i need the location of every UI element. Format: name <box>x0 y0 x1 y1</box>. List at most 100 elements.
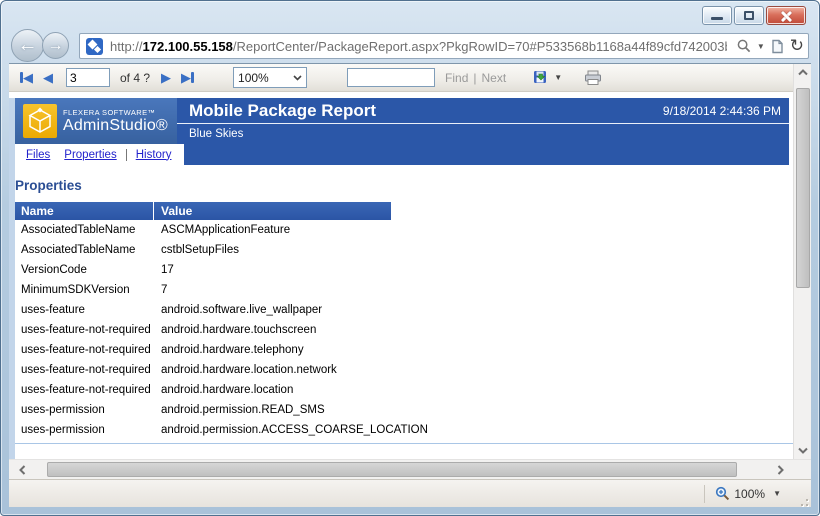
combo-chevron-icon <box>293 75 302 81</box>
minimize-icon <box>711 17 723 20</box>
url-text: http://172.100.55.158/ReportCenter/Packa… <box>110 39 727 54</box>
navigation-bar: ← → http://172.100.55.158/ReportCenter/P… <box>9 29 811 63</box>
print-button[interactable] <box>584 70 602 86</box>
status-bar: 100% ▼ <box>9 479 811 507</box>
horizontal-scrollbar-thumb[interactable] <box>47 462 737 477</box>
table-row: AssociatedTableNameASCMApplicationFeatur… <box>15 220 793 240</box>
column-header-name: Name <box>15 204 153 218</box>
browser-zoom-control[interactable]: 100% ▼ <box>715 486 781 501</box>
next-page-button[interactable]: ▶ <box>161 71 171 84</box>
table-row: uses-feature-not-requiredandroid.hardwar… <box>15 380 793 400</box>
back-icon: ← <box>18 34 38 57</box>
close-button[interactable] <box>766 6 806 25</box>
scroll-down-button[interactable] <box>794 442 812 459</box>
forward-button[interactable]: → <box>42 32 69 59</box>
zoom-magnifier-icon <box>715 486 730 501</box>
export-dropdown-icon: ▼ <box>554 73 562 82</box>
table-row: VersionCode17 <box>15 260 793 280</box>
first-page-icon: ◀ <box>23 71 33 84</box>
properties-table: Name Value AssociatedTableNameASCMApplic… <box>15 202 793 440</box>
table-row: MinimumSDKVersion7 <box>15 280 793 300</box>
back-button[interactable]: ← <box>11 29 44 62</box>
previous-page-button[interactable]: ◀ <box>43 71 53 84</box>
section-title: Properties <box>15 178 793 193</box>
status-separator <box>704 485 705 503</box>
brand-flexera-label: FLEXERA SOFTWARE™ <box>63 108 168 117</box>
next-link[interactable]: Next <box>482 71 507 85</box>
adminstudio-cube-icon <box>23 104 57 138</box>
tabs-filler <box>184 144 789 165</box>
last-page-icon: ▶ <box>181 71 191 84</box>
horizontal-scrollbar-track[interactable] <box>35 460 767 480</box>
report-tabs: Files Properties History <box>15 144 789 165</box>
find-input[interactable] <box>347 68 435 87</box>
forward-icon: → <box>48 37 64 55</box>
chevron-up-icon <box>798 69 808 76</box>
table-row: uses-feature-not-requiredandroid.hardwar… <box>15 340 793 360</box>
report-page: FLEXERA SOFTWARE™ AdminStudio® Mobile Pa… <box>9 98 793 459</box>
last-page-button[interactable]: ▶ <box>181 71 194 84</box>
scroll-up-button[interactable] <box>794 64 812 81</box>
page-number-input[interactable] <box>66 68 110 87</box>
brand-adminstudio-label: AdminStudio® <box>63 117 168 135</box>
browser-window: ← → http://172.100.55.158/ReportCenter/P… <box>0 0 820 516</box>
adminstudio-logo: FLEXERA SOFTWARE™ AdminStudio® <box>15 98 177 144</box>
brand-text: FLEXERA SOFTWARE™ AdminStudio® <box>63 108 168 135</box>
report-toolbar: ◀ ◀ of 4 ? ▶ ▶ 100% Find | Next <box>9 64 793 92</box>
maximize-icon <box>744 11 754 20</box>
zoom-select-value: 100% <box>238 71 269 85</box>
report-title: Mobile Package Report <box>189 101 663 121</box>
table-row: uses-feature-not-requiredandroid.hardwar… <box>15 360 793 380</box>
close-icon <box>780 10 792 22</box>
first-page-button[interactable]: ◀ <box>20 71 33 84</box>
page-count-label: of 4 ? <box>120 71 150 85</box>
tab-properties[interactable]: Properties <box>64 149 116 161</box>
vertical-scrollbar-thumb[interactable] <box>796 88 810 288</box>
address-bar-icons: ▼ ↻ <box>731 38 804 55</box>
find-link[interactable]: Find <box>445 71 468 85</box>
export-save-icon <box>533 70 550 86</box>
page-viewport: ◀ ◀ of 4 ? ▶ ▶ 100% Find | Next <box>9 63 811 459</box>
scrollbar-corner <box>793 460 811 480</box>
maximize-button[interactable] <box>734 6 764 25</box>
horizontal-scrollbar[interactable] <box>9 459 811 479</box>
zoom-dropdown-icon[interactable]: ▼ <box>773 489 781 498</box>
scroll-left-button[interactable] <box>9 460 35 480</box>
resize-grip[interactable] <box>795 493 809 507</box>
table-row: uses-featureandroid.software.live_wallpa… <box>15 300 793 320</box>
browser-zoom-value: 100% <box>734 487 765 501</box>
previous-page-icon: ◀ <box>43 71 53 84</box>
report-header: FLEXERA SOFTWARE™ AdminStudio® Mobile Pa… <box>15 98 789 144</box>
chevron-down-icon <box>798 447 808 454</box>
compatibility-view-icon[interactable] <box>771 39 784 54</box>
print-icon <box>584 70 602 86</box>
table-row: uses-feature-not-requiredandroid.hardwar… <box>15 320 793 340</box>
page-bottom-divider <box>15 443 793 444</box>
report-timestamp: 9/18/2014 2:44:36 PM <box>663 104 781 118</box>
find-next-separator: | <box>473 71 476 85</box>
tab-history[interactable]: History <box>126 149 172 161</box>
table-header-row: Name Value <box>15 202 391 220</box>
minimize-button[interactable] <box>702 6 732 25</box>
title-bar[interactable] <box>1 1 819 29</box>
table-row: uses-permissionandroid.permission.READ_S… <box>15 400 793 420</box>
search-dropdown-icon[interactable]: ▼ <box>757 42 765 51</box>
refresh-icon[interactable]: ↻ <box>790 38 804 55</box>
report-subtitle: Blue Skies <box>189 128 243 140</box>
find-next-controls: Find | Next <box>445 71 511 85</box>
search-icon[interactable] <box>737 39 751 53</box>
table-row: AssociatedTableNamecstblSetupFiles <box>15 240 793 260</box>
table-row: uses-permissionandroid.permission.ACCESS… <box>15 420 793 440</box>
site-favicon-icon <box>86 38 103 55</box>
column-header-value: Value <box>153 202 391 220</box>
chevron-left-icon <box>19 465 26 475</box>
tab-files[interactable]: Files <box>26 149 50 161</box>
vertical-scrollbar[interactable] <box>793 64 811 459</box>
window-controls <box>700 6 806 25</box>
scroll-right-button[interactable] <box>767 460 793 480</box>
export-button[interactable]: ▼ <box>533 70 562 86</box>
chevron-right-icon <box>777 465 784 475</box>
zoom-select[interactable]: 100% <box>233 67 307 88</box>
next-page-icon: ▶ <box>161 71 171 84</box>
address-bar[interactable]: http://172.100.55.158/ReportCenter/Packa… <box>79 33 809 59</box>
